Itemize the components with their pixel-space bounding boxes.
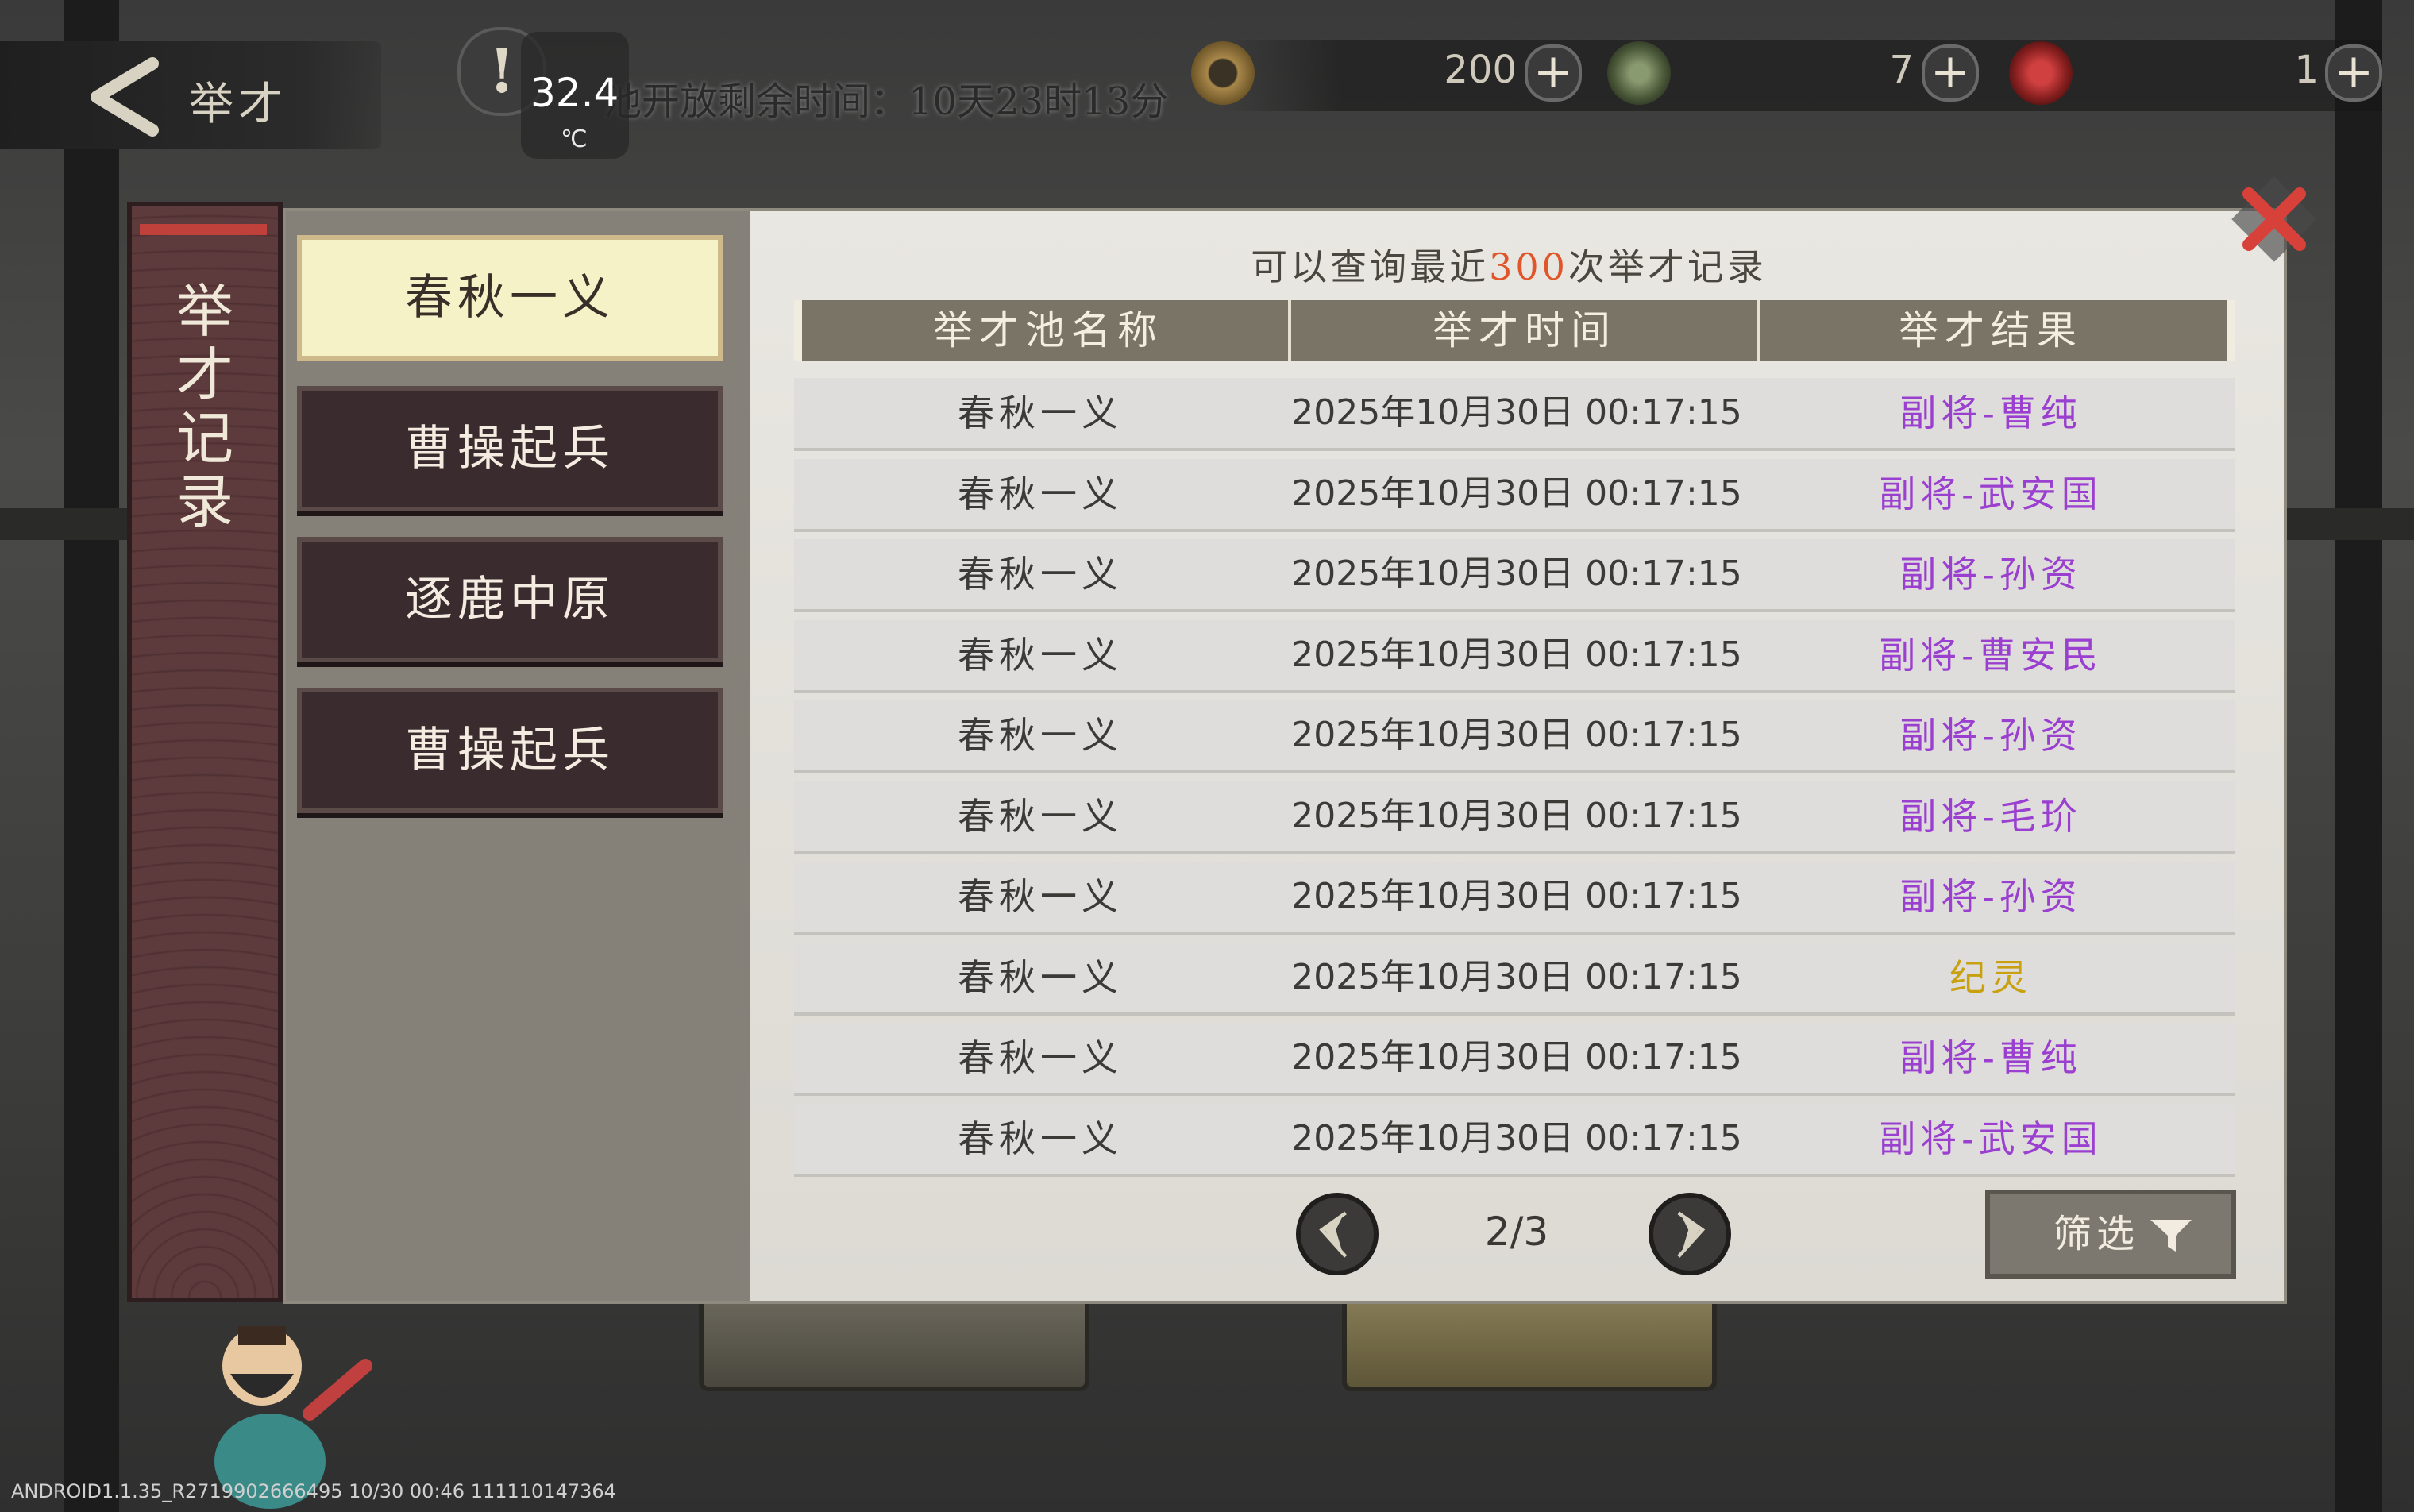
background-pillar [64, 0, 119, 1512]
cell-time: 2025年10月30日 00:17:15 [1291, 715, 1742, 755]
cell-time: 2025年10月30日 00:17:15 [1291, 472, 1742, 514]
cell-result: 副将-孙资 [1899, 553, 2082, 596]
table-row: 春秋一义 2025年10月30日 00:17:15 副将-武安国 [794, 1103, 2235, 1177]
table-row: 春秋一义 2025年10月30日 00:17:15 副将-曹纯 [794, 1023, 2235, 1096]
side-strip-accent [140, 224, 267, 235]
background-pillar [2335, 0, 2382, 1512]
cell-result: 副将-曹纯 [1899, 392, 2082, 434]
table-row: 春秋一义 2025年10月30日 00:17:15 副将-曹纯 [794, 378, 2235, 451]
next-page-button[interactable] [1649, 1193, 1731, 1275]
table-row: 春秋一义 2025年10月30日 00:17:15 副将-孙资 [794, 539, 2235, 612]
cell-time: 2025年10月30日 00:17:15 [1291, 554, 1742, 594]
cell-result: 副将-毛玠 [1899, 794, 2082, 838]
cell-pool-name: 春秋一义 [958, 875, 1123, 918]
notice-suffix: 次举才记录 [1568, 245, 1767, 288]
page-title: 举才 [189, 79, 287, 130]
cell-result: 副将-武安国 [1879, 472, 2103, 515]
cell-result: 纪灵 [1949, 955, 2032, 999]
cell-time: 2025年10月30日 00:17:15 [1291, 634, 1742, 675]
notice-prefix: 可以查询最近 [1251, 245, 1490, 288]
prev-page-button[interactable] [1296, 1193, 1379, 1275]
temperature-unit: ℃ [561, 125, 588, 153]
temperature-value: 32.4 [530, 70, 619, 116]
pool-tab-caocao-2[interactable]: 曹操起兵 [297, 688, 723, 813]
cell-result: 副将-曹安民 [1879, 633, 2103, 677]
arrow-right-icon [1677, 1211, 1706, 1258]
header-divider [1288, 300, 1291, 361]
back-arrow-icon [91, 57, 159, 137]
close-button[interactable] [2230, 175, 2319, 264]
add-coin-button[interactable]: + [1525, 44, 1582, 102]
add-jade-button[interactable]: + [1922, 44, 1979, 102]
table-row: 春秋一义 2025年10月30日 00:17:15 副将-曹安民 [794, 619, 2235, 693]
currency-value-jade: 7 [1889, 48, 1914, 92]
cell-result: 副将-武安国 [1879, 1117, 2103, 1160]
jade-token-icon [1607, 41, 1671, 105]
add-seal-button[interactable]: + [2325, 44, 2382, 102]
cell-time: 2025年10月30日 00:17:15 [1291, 392, 1742, 433]
back-button[interactable]: 举才 [0, 41, 381, 149]
table-row: 春秋一义 2025年10月30日 00:17:15 纪灵 [794, 942, 2235, 1016]
table-row: 春秋一义 2025年10月30日 00:17:15 副将-毛玠 [794, 781, 2235, 854]
coin-icon [1191, 41, 1255, 105]
arrow-left-icon [1319, 1211, 1348, 1258]
cell-time: 2025年10月30日 00:17:15 [1291, 876, 1742, 916]
cell-time: 2025年10月30日 00:17:15 [1291, 1037, 1742, 1078]
cell-pool-name: 春秋一义 [958, 553, 1123, 596]
cell-result: 副将-孙资 [1899, 714, 2082, 757]
header-time: 举才时间 [1433, 307, 1617, 353]
table-row: 春秋一义 2025年10月30日 00:17:15 副将-孙资 [794, 700, 2235, 773]
side-title: 举才记录 [175, 278, 233, 535]
cell-pool-name: 春秋一义 [958, 1117, 1123, 1160]
table-header: 举才池名称 举才时间 举才结果 [794, 300, 2235, 361]
pool-tab-zhulu[interactable]: 逐鹿中原 [297, 537, 723, 662]
filter-icon [2150, 1220, 2192, 1252]
pool-tab-chunqiu[interactable]: 春秋一义 [297, 235, 723, 361]
red-seal-icon [2009, 41, 2073, 105]
currency-value-seal: 1 [2294, 48, 2319, 92]
cell-result: 副将-曹纯 [1899, 1036, 2082, 1079]
pool-timer-text: 池开放剩余时间：10天23时13分 [604, 79, 1169, 124]
cell-pool-name: 春秋一义 [958, 633, 1123, 677]
currency-value-coin: 200 [1444, 48, 1517, 92]
cell-pool-name: 春秋一义 [958, 392, 1123, 434]
cell-pool-name: 春秋一义 [958, 794, 1123, 838]
cell-pool-name: 春秋一义 [958, 714, 1123, 757]
record-notice: 可以查询最近300次举才记录 [1112, 238, 1906, 291]
cell-time: 2025年10月30日 00:17:15 [1291, 956, 1742, 997]
cell-time: 2025年10月30日 00:17:15 [1291, 795, 1742, 836]
filter-button[interactable]: 筛选 [1985, 1190, 2236, 1279]
pool-tab-caocao[interactable]: 曹操起兵 [297, 386, 723, 511]
cell-pool-name: 春秋一义 [958, 472, 1123, 515]
header-pool-name: 举才池名称 [933, 307, 1163, 353]
filter-label: 筛选 [2053, 1212, 2140, 1256]
table-row: 春秋一义 2025年10月30日 00:17:15 副将-孙资 [794, 862, 2235, 935]
cell-pool-name: 春秋一义 [958, 955, 1123, 999]
notice-count: 300 [1489, 245, 1568, 288]
page-indicator: 2/3 [1484, 1209, 1549, 1255]
cell-time: 2025年10月30日 00:17:15 [1291, 1117, 1742, 1159]
header-result: 举才结果 [1899, 307, 2083, 353]
build-info: ANDROID1.1.35_R2719902666495 10/30 00:46… [11, 1480, 616, 1502]
cell-pool-name: 春秋一义 [958, 1036, 1123, 1079]
cell-result: 副将-孙资 [1899, 875, 2082, 918]
table-row: 春秋一义 2025年10月30日 00:17:15 副将-武安国 [794, 458, 2235, 532]
